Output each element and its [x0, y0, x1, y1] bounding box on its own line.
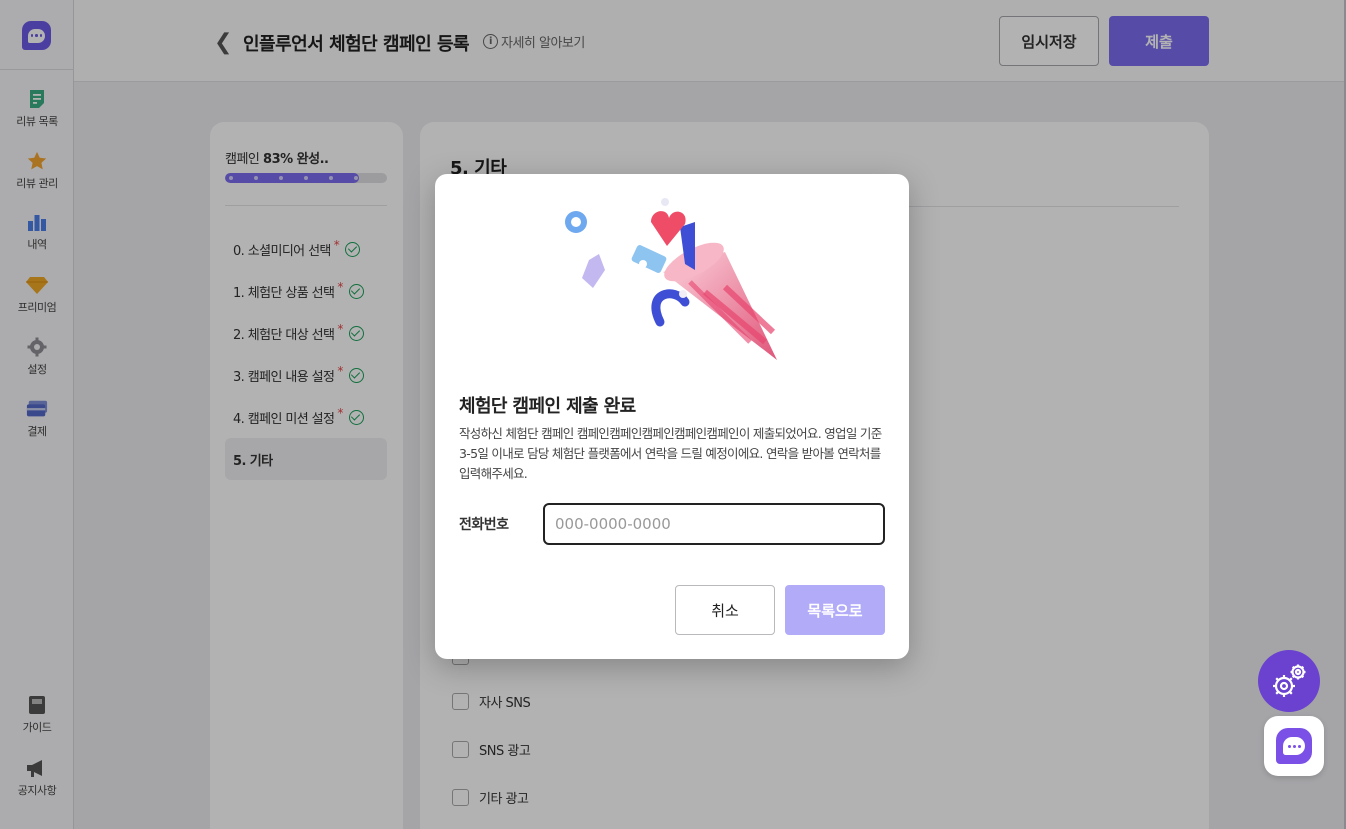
submit-complete-modal: 체험단 캠페인 제출 완료 작성하신 체험단 캠페인 캠페인캠페인캠페인캠페인캠… — [435, 174, 909, 659]
phone-label: 전화번호 — [459, 517, 509, 533]
chat-fab[interactable] — [1264, 716, 1324, 776]
gears-icon — [1273, 664, 1306, 697]
party-popper-illustration — [565, 198, 777, 360]
settings-fab[interactable] — [1258, 650, 1320, 712]
modal-title: 체험단 캠페인 제출 완료 — [459, 396, 636, 417]
chat-icon — [1276, 728, 1312, 764]
cancel-button[interactable]: 취소 — [675, 585, 775, 635]
phone-input[interactable] — [543, 503, 885, 545]
go-to-list-button[interactable]: 목록으로 — [785, 585, 885, 635]
modal-description: 작성하신 체험단 캠페인 캠페인캠페인캠페인캠페인캠페인이 제출되었어요. 영업… — [459, 426, 882, 481]
